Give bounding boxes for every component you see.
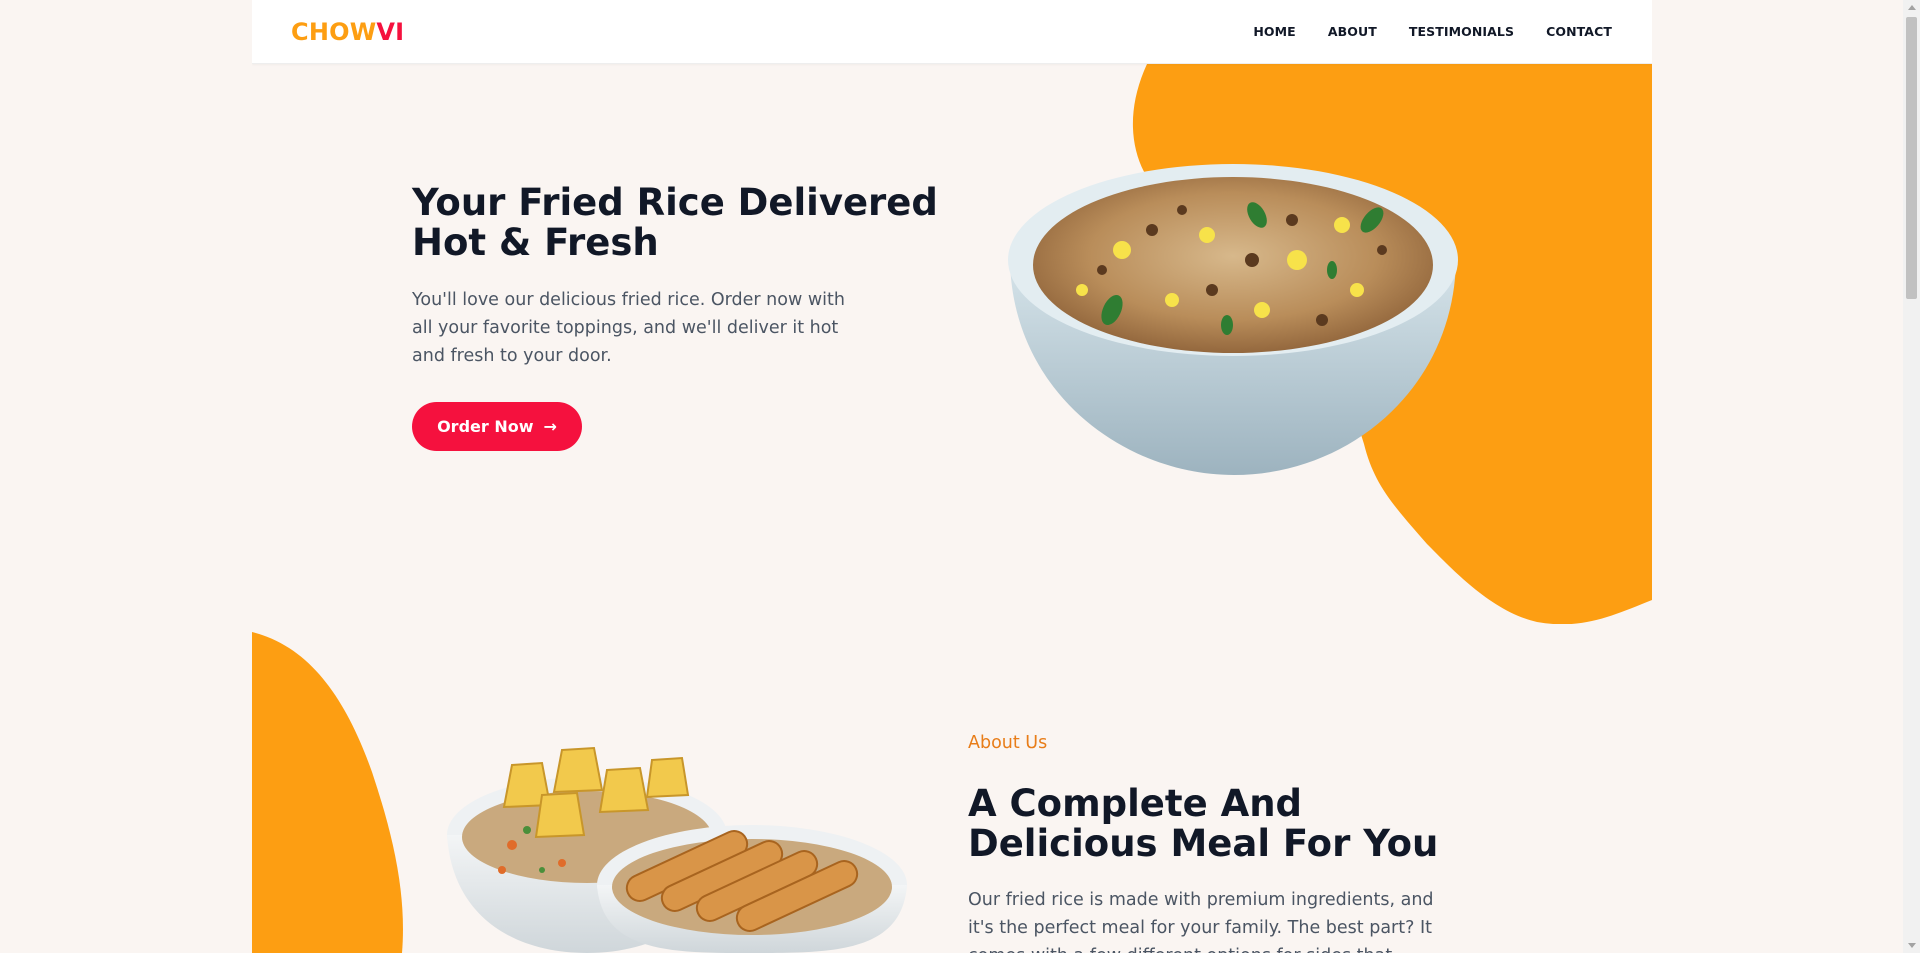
about-eyebrow: About Us — [968, 733, 1048, 753]
nav-link-testimonials[interactable]: TESTIMONIALS — [1409, 24, 1514, 39]
hero-title: Your Fried Rice Delivered Hot & Fresh — [412, 181, 938, 264]
order-now-button[interactable]: Order Now → — [412, 402, 582, 451]
scroll-down-arrow-icon[interactable] — [1908, 943, 1916, 948]
scrollbar-thumb[interactable] — [1906, 17, 1917, 299]
order-now-label: Order Now — [437, 417, 534, 436]
arrow-right-icon: → — [543, 416, 557, 436]
logo-part-chow: CHOW — [291, 18, 377, 46]
nav-link-contact[interactable]: CONTACT — [1546, 24, 1612, 39]
logo[interactable]: CHOWVI — [291, 18, 404, 46]
hero-description: You'll love our delicious fried rice. Or… — [412, 290, 845, 366]
fried-rice-bowl-image — [1008, 164, 1458, 475]
navbar: CHOWVI HOME ABOUT TESTIMONIALS CONTACT — [252, 0, 1652, 64]
about-orange-blob — [252, 632, 403, 953]
about-title: A Complete And Delicious Meal For You — [968, 782, 1439, 865]
logo-part-vi: VI — [376, 18, 405, 46]
fried-rice-combo-image — [447, 746, 907, 953]
nav-link-home[interactable]: HOME — [1253, 24, 1295, 39]
scroll-up-arrow-icon[interactable] — [1908, 5, 1916, 10]
about-description: Our fried rice is made with premium ingr… — [968, 890, 1434, 953]
page: CHOWVI HOME ABOUT TESTIMONIALS CONTACT Y… — [252, 0, 1652, 953]
scrollbar[interactable] — [1903, 0, 1920, 953]
nav-links: HOME ABOUT TESTIMONIALS CONTACT — [1253, 24, 1612, 39]
nav-link-about[interactable]: ABOUT — [1328, 24, 1377, 39]
